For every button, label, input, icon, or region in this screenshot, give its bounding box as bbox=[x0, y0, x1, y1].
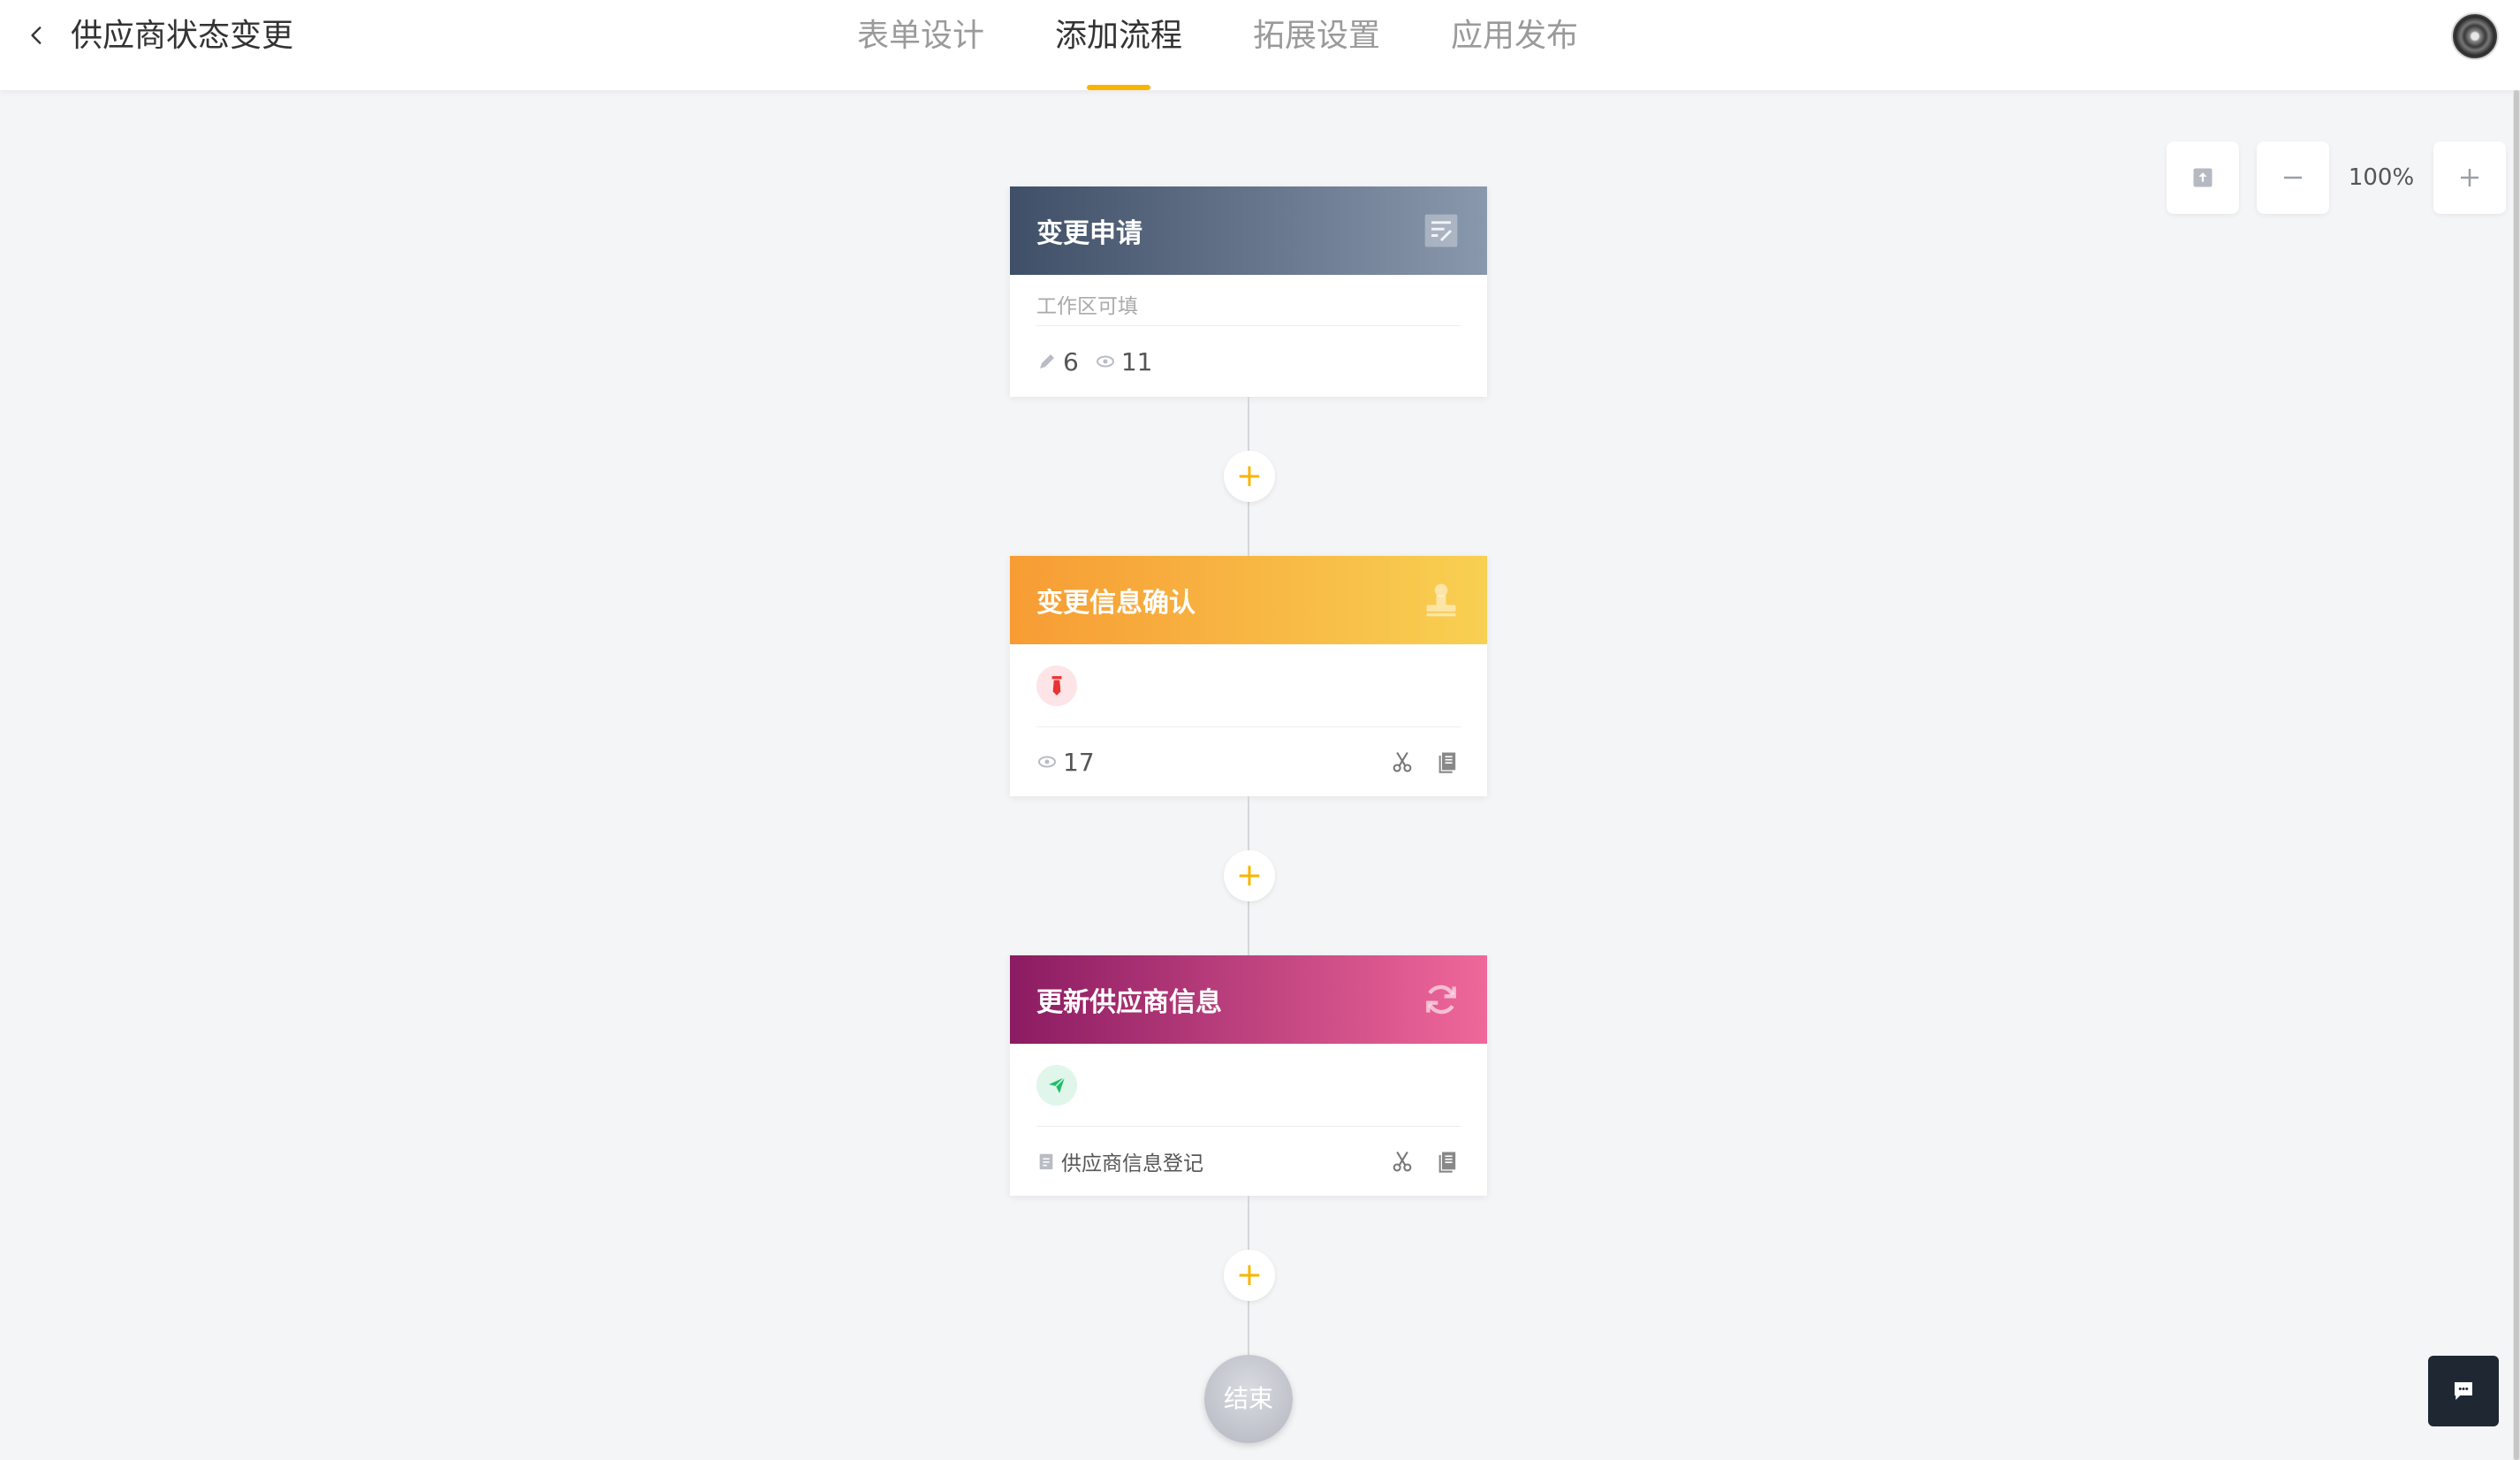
connector: + bbox=[1010, 796, 1487, 955]
node-stats: 6 11 bbox=[1036, 326, 1461, 397]
form-icon bbox=[1039, 1153, 1053, 1170]
zoom-out-button[interactable] bbox=[2257, 141, 2329, 214]
form-edit-icon bbox=[1424, 214, 1458, 247]
copy-icon[interactable] bbox=[1436, 749, 1461, 774]
node-footer: 供应商信息登记 bbox=[1036, 1127, 1461, 1196]
end-node: 结束 bbox=[1010, 1355, 1487, 1452]
connector: + bbox=[1010, 397, 1487, 556]
node-title: 更新供应商信息 bbox=[1036, 987, 1222, 1018]
add-node-button[interactable]: + bbox=[1224, 850, 1275, 901]
plus-icon bbox=[2461, 169, 2478, 186]
scissors-icon[interactable] bbox=[1390, 1149, 1415, 1174]
view-count: 11 bbox=[1120, 346, 1153, 376]
top-bar: 供应商状态变更 表单设计 添加流程 拓展设置 应用发布 bbox=[0, 0, 2520, 90]
scrollbar-thumb[interactable] bbox=[2514, 90, 2519, 1460]
linked-form-name: 供应商信息登记 bbox=[1061, 1152, 1203, 1175]
page-title: 供应商状态变更 bbox=[71, 18, 294, 54]
node-assignee bbox=[1036, 644, 1461, 727]
upload-image-icon bbox=[2193, 168, 2213, 187]
zoom-level: 100% bbox=[2348, 164, 2415, 191]
node-footer: 17 bbox=[1036, 727, 1461, 796]
eye-icon bbox=[1096, 355, 1114, 368]
node-assignee bbox=[1036, 1044, 1461, 1127]
tab-app-publish[interactable]: 应用发布 bbox=[1416, 0, 1613, 90]
user-avatar[interactable] bbox=[2451, 12, 2499, 60]
refresh-icon bbox=[1426, 985, 1456, 1015]
tab-extension-settings[interactable]: 拓展设置 bbox=[1218, 0, 1416, 90]
node-header: 变更信息确认 bbox=[1010, 556, 1487, 644]
stamp-icon bbox=[1426, 583, 1456, 617]
chat-button[interactable] bbox=[2428, 1356, 2499, 1426]
copy-icon[interactable] bbox=[1436, 1149, 1461, 1174]
minus-icon bbox=[2284, 176, 2302, 179]
tab-bar: 表单设计 添加流程 拓展设置 应用发布 bbox=[822, 0, 1613, 90]
connector: + bbox=[1010, 1196, 1487, 1355]
process-flow: 变更申请 工作区可填 6 11 + 变更信息确认 17 + 更新供应商信息 供应… bbox=[1010, 186, 1487, 1452]
paper-plane-icon bbox=[1036, 1064, 1077, 1106]
vertical-scrollbar[interactable] bbox=[2513, 90, 2520, 1460]
eye-icon bbox=[1038, 756, 1056, 768]
red-tie-person-icon bbox=[1036, 665, 1077, 706]
node-header: 变更申请 bbox=[1010, 186, 1487, 275]
message-icon bbox=[2455, 1382, 2472, 1400]
scissors-icon[interactable] bbox=[1390, 749, 1415, 774]
zoom-controls: 100% bbox=[2167, 141, 2506, 214]
edit-count: 6 bbox=[1063, 346, 1079, 376]
zoom-in-button[interactable] bbox=[2433, 141, 2506, 214]
flow-node-update[interactable]: 更新供应商信息 供应商信息登记 bbox=[1010, 955, 1487, 1196]
add-node-button[interactable]: + bbox=[1224, 1250, 1275, 1301]
pencil-icon bbox=[1040, 354, 1054, 369]
view-count: 17 bbox=[1063, 747, 1095, 777]
node-title: 变更申请 bbox=[1036, 218, 1142, 249]
chevron-left-icon bbox=[31, 27, 42, 44]
flow-node-confirm[interactable]: 变更信息确认 17 bbox=[1010, 556, 1487, 796]
end-label: 结束 bbox=[1204, 1355, 1293, 1443]
node-title: 变更信息确认 bbox=[1036, 588, 1195, 619]
add-node-button[interactable]: + bbox=[1224, 451, 1275, 502]
node-header: 更新供应商信息 bbox=[1010, 955, 1487, 1044]
export-image-button[interactable] bbox=[2167, 141, 2239, 214]
node-hint: 工作区可填 bbox=[1036, 275, 1461, 326]
flow-node-apply[interactable]: 变更申请 工作区可填 6 11 bbox=[1010, 186, 1487, 397]
tab-form-design[interactable]: 表单设计 bbox=[822, 0, 1020, 90]
back-button[interactable] bbox=[21, 19, 53, 51]
tab-add-process[interactable]: 添加流程 bbox=[1020, 0, 1218, 90]
